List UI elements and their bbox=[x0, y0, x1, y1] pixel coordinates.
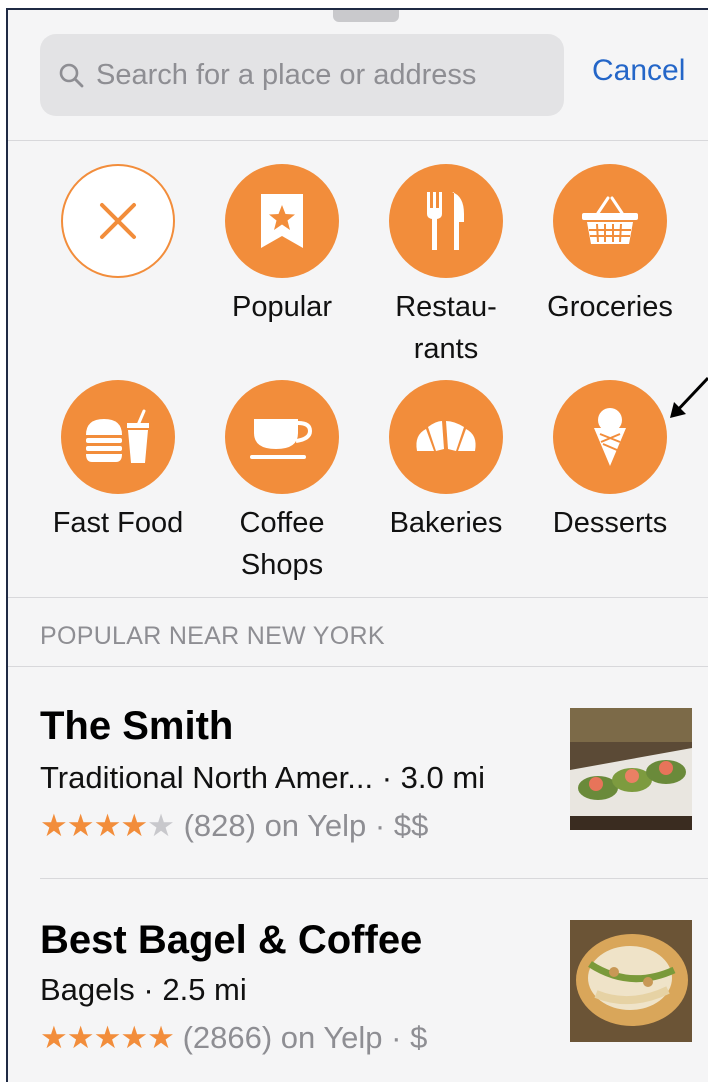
rating-stars: ★★★★★ bbox=[40, 1020, 175, 1055]
rating-star-empty: ★ bbox=[147, 808, 175, 843]
fast-food-circle[interactable] bbox=[61, 380, 175, 494]
search-field[interactable] bbox=[40, 34, 564, 116]
bookmark-star-icon bbox=[261, 194, 303, 248]
search-input[interactable] bbox=[96, 58, 556, 92]
fork-knife-icon bbox=[427, 192, 464, 250]
rating-text: (828) on Yelp · $$ bbox=[174, 808, 429, 843]
search-icon bbox=[54, 58, 88, 92]
category-label: Bakeries bbox=[389, 507, 503, 539]
place-subtitle: Bagels · 2.5 mi bbox=[40, 972, 247, 1007]
list-item-best-bagel[interactable]: Best Bagel & Coffee Bagels · 2.5 mi ★★★★… bbox=[8, 880, 708, 1080]
category-clear[interactable] bbox=[38, 164, 198, 278]
desserts-circle[interactable] bbox=[553, 380, 667, 494]
basket-icon bbox=[582, 196, 638, 244]
category-coffee-shops[interactable]: Coffee Shops bbox=[202, 380, 362, 586]
divider bbox=[8, 666, 708, 667]
restaurants-circle[interactable] bbox=[389, 164, 503, 278]
clear-button[interactable] bbox=[61, 164, 175, 278]
groceries-circle[interactable] bbox=[553, 164, 667, 278]
ice-cream-icon bbox=[594, 408, 626, 466]
popular-circle[interactable] bbox=[225, 164, 339, 278]
category-label: Restau- rants bbox=[395, 291, 497, 365]
category-bakeries[interactable]: Bakeries bbox=[366, 380, 526, 544]
sheet-grabber[interactable] bbox=[333, 10, 399, 22]
category-groceries[interactable]: Groceries bbox=[530, 164, 690, 328]
place-rating: ★★★★★ (2866) on Yelp · $ bbox=[40, 1020, 427, 1056]
search-bar: Cancel bbox=[8, 34, 708, 116]
close-icon bbox=[100, 203, 136, 239]
place-rating: ★★★★★ (828) on Yelp · $$ bbox=[40, 808, 428, 844]
croissant-icon bbox=[416, 421, 476, 451]
burger-drink-icon bbox=[86, 409, 149, 463]
place-name: The Smith bbox=[40, 704, 234, 748]
section-heading: POPULAR NEAR NEW YORK bbox=[40, 622, 385, 650]
place-subtitle: Traditional North Amer... · 3.0 mi bbox=[40, 760, 486, 795]
place-thumbnail[interactable] bbox=[570, 920, 692, 1042]
coffee-cup-icon bbox=[250, 419, 313, 459]
divider bbox=[40, 878, 708, 879]
cancel-button[interactable]: Cancel bbox=[592, 54, 685, 88]
place-thumbnail[interactable] bbox=[570, 708, 692, 830]
coffee-shops-circle[interactable] bbox=[225, 380, 339, 494]
category-restaurants[interactable]: Restau- rants bbox=[366, 164, 526, 370]
divider bbox=[8, 597, 708, 598]
annotation-arrow-icon bbox=[670, 376, 708, 418]
bakeries-circle[interactable] bbox=[389, 380, 503, 494]
divider bbox=[8, 140, 708, 141]
app-screen: Cancel Popular bbox=[6, 8, 708, 1082]
category-desserts[interactable]: Desserts bbox=[530, 380, 690, 544]
category-label: Desserts bbox=[552, 507, 668, 539]
category-popular[interactable]: Popular bbox=[202, 164, 362, 328]
place-name: Best Bagel & Coffee bbox=[40, 918, 423, 962]
rating-stars: ★★★★ bbox=[40, 808, 148, 843]
category-label: Groceries bbox=[547, 291, 673, 323]
category-fast-food[interactable]: Fast Food bbox=[38, 380, 198, 544]
list-item-the-smith[interactable]: The Smith Traditional North Amer... · 3.… bbox=[8, 670, 708, 870]
category-label: Popular bbox=[232, 291, 332, 323]
category-label: Coffee Shops bbox=[239, 507, 325, 581]
rating-text: (2866) on Yelp · $ bbox=[173, 1020, 428, 1055]
category-label: Fast Food bbox=[52, 507, 184, 539]
